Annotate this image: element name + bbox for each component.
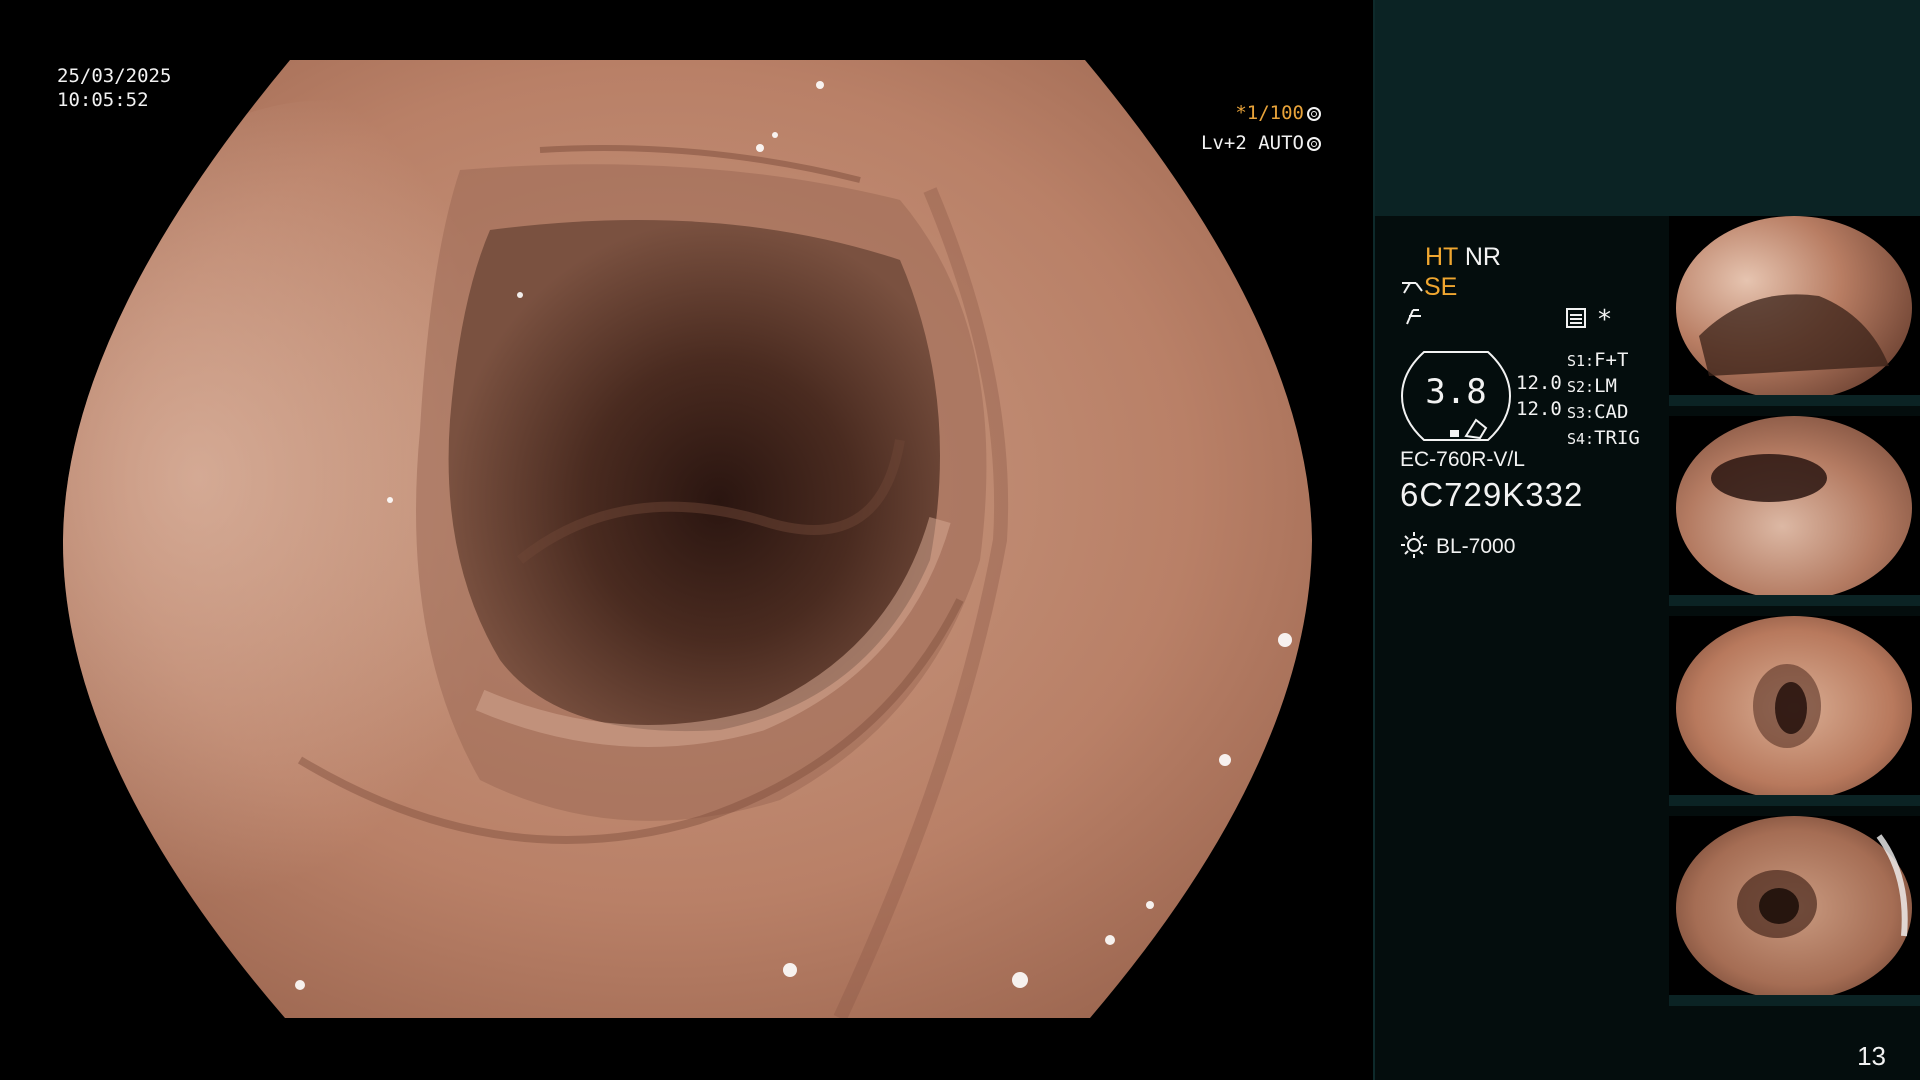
freeze-icon <box>1403 306 1425 334</box>
gauge-value: 3.8 <box>1425 372 1487 412</box>
enhancement-icon <box>1402 282 1423 294</box>
endoscopic-view: 25/03/2025 10:05:52 *1/100 Lv+2 AUTO <box>0 0 1375 1080</box>
thumbnail-footer <box>1669 995 1920 1006</box>
thumbnail-1[interactable] <box>1669 216 1920 406</box>
light-bulb-icon <box>1401 532 1427 558</box>
switch-assignments: S1:F+T S2:LM S3:CAD S4:TRIG <box>1567 348 1640 452</box>
scope-serial: 6C729K332 <box>1400 476 1584 513</box>
time-label: 10:05:52 <box>57 89 149 111</box>
thumbnail-2[interactable] <box>1669 416 1920 606</box>
switch-row: S4:TRIG <box>1567 427 1640 449</box>
exposure-overlay: *1/100 Lv+2 AUTO <box>1201 98 1321 158</box>
shutter-label: *1/100 <box>1235 102 1304 124</box>
endoscopic-image <box>62 60 1313 1018</box>
page-number: 13 <box>1857 1041 1886 1071</box>
switch-row: S3:CAD <box>1567 401 1629 423</box>
mode-se-row: SE <box>1400 273 1457 302</box>
date-time-overlay: 25/03/2025 10:05:52 <box>57 64 171 112</box>
thumbnail-4[interactable] <box>1669 816 1920 1006</box>
mode-se: SE <box>1424 273 1458 301</box>
auto-icon <box>1307 137 1321 151</box>
switch-row: S2:LM <box>1567 375 1617 397</box>
panel-header-area <box>1375 0 1920 216</box>
gauge-bottom-value: 12.0 <box>1516 398 1562 420</box>
gauge-values: 12.0 12.0 <box>1516 370 1562 422</box>
scope-model: EC-760R-V/L <box>1400 448 1525 471</box>
thumbnail-footer <box>1669 395 1920 406</box>
mode-ht: HT <box>1425 243 1458 271</box>
record-icon <box>1565 307 1587 333</box>
mode-ht-nr: HT NR <box>1425 243 1501 272</box>
light-source: BL-7000 <box>1400 531 1515 559</box>
endoscopy-screen: 25/03/2025 10:05:52 *1/100 Lv+2 AUTO HT … <box>0 0 1920 1080</box>
shutter-icon <box>1307 107 1321 121</box>
thumbnail-footer <box>1669 595 1920 606</box>
switch-row: S1:F+T <box>1567 349 1629 371</box>
date-label: 25/03/2025 <box>57 65 172 87</box>
thumbnail-3[interactable] <box>1669 616 1920 806</box>
thumbnail-footer <box>1669 795 1920 806</box>
light-source-label: BL-7000 <box>1436 535 1516 558</box>
gauge-top-value: 12.0 <box>1516 372 1562 394</box>
star-label: * <box>1598 305 1611 335</box>
mode-nr: NR <box>1464 243 1501 271</box>
level-label: Lv+2 AUTO <box>1201 132 1304 154</box>
